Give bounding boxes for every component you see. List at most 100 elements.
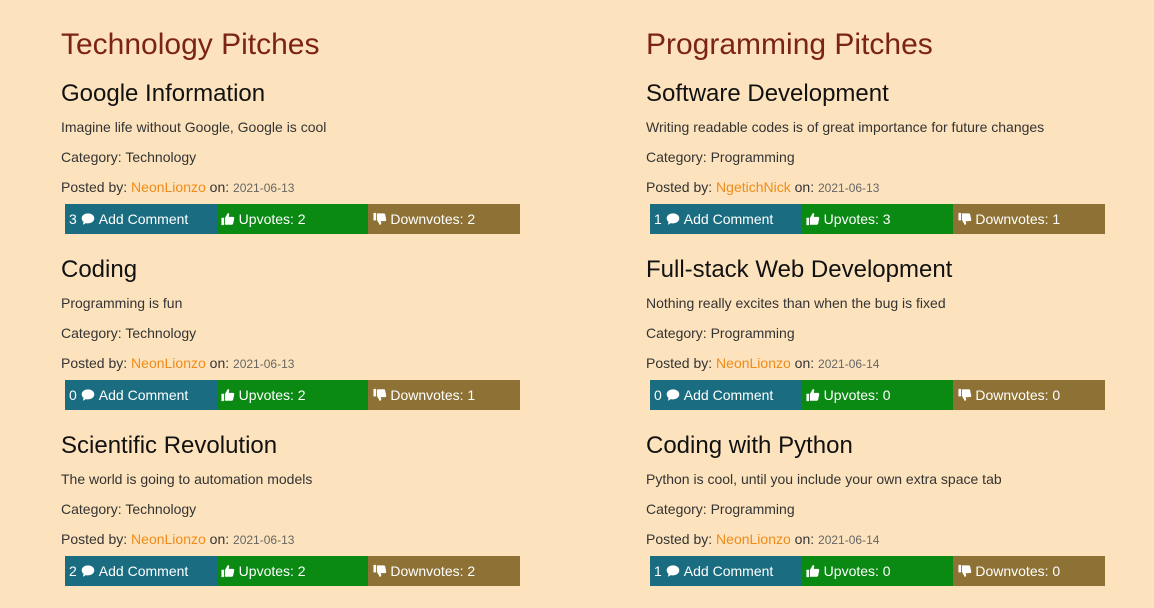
pitch-title: Software Development [646,80,889,107]
downvote-button[interactable]: Downvotes: 1 [368,380,521,410]
upvote-button[interactable]: Upvotes: 2 [216,380,369,410]
pitch-category: Category: Programming [646,149,795,165]
thumbs-up-icon [221,388,236,403]
add-comment-label: Add Comment [683,211,774,227]
pitch-card: Google Information Imagine life without … [61,66,531,242]
pitch-list: Software Development Writing readable co… [646,66,1116,594]
add-comment-button[interactable]: 0 Add Comment [65,380,217,410]
add-comment-button[interactable]: 1 Add Comment [650,204,802,234]
add-comment-label: Add Comment [98,387,189,403]
author-link[interactable]: NeonLionzo [131,355,206,371]
add-comment-label: Add Comment [683,387,774,403]
thumbs-down-icon [957,388,972,403]
comment-count: 1 [654,211,662,227]
upvote-button[interactable]: Upvotes: 3 [801,204,954,234]
upvote-button[interactable]: Upvotes: 2 [216,204,369,234]
pitch-card: Full-stack Web Development Nothing reall… [646,242,1116,418]
posted-by-label: Posted by: [646,355,717,371]
posted-date: 2021-06-14 [818,357,880,371]
author-link[interactable]: NeonLionzo [131,179,206,195]
pitch-category: Category: Technology [61,501,197,517]
pitch-actions: 1 Add Comment Upvotes: 0 Downvotes: 0 [650,556,1106,586]
downvote-count: Downvotes: 2 [390,211,476,227]
upvote-button[interactable]: Upvotes: 0 [801,380,954,410]
comment-icon [81,564,96,579]
thumbs-up-icon [806,388,821,403]
downvote-count: Downvotes: 0 [975,387,1061,403]
posted-on-label: on: [790,179,818,195]
downvote-count: Downvotes: 2 [390,563,476,579]
downvote-button[interactable]: Downvotes: 1 [953,204,1106,234]
programming-column: Programming Pitches Software Development… [646,0,1116,594]
downvote-button[interactable]: Downvotes: 0 [953,556,1106,586]
pitch-actions: 0 Add Comment Upvotes: 0 Downvotes: 0 [650,380,1106,410]
pitch-posted-line: Posted by: NgetichNick on: 2021-06-13 [646,179,1116,196]
downvote-button[interactable]: Downvotes: 2 [368,204,521,234]
thumbs-up-icon [221,212,236,227]
posted-by-label: Posted by: [61,531,132,547]
comment-count: 2 [69,563,77,579]
pitch-title: Scientific Revolution [61,432,278,459]
pitch-title: Coding [61,256,138,283]
add-comment-label: Add Comment [98,211,189,227]
pitch-description: Imagine life without Google, Google is c… [61,119,327,135]
author-link[interactable]: NgetichNick [716,179,791,195]
thumbs-down-icon [957,564,972,579]
posted-by-label: Posted by: [61,355,132,371]
pitch-card: Coding Programming is fun Category: Tech… [61,242,531,418]
thumbs-down-icon [372,564,387,579]
upvote-count: Upvotes: 3 [823,211,891,227]
pitch-category: Category: Technology [61,325,197,341]
posted-by-label: Posted by: [646,531,717,547]
pitch-actions: 2 Add Comment Upvotes: 2 Downvotes: 2 [65,556,521,586]
pitch-title: Google Information [61,80,266,107]
pitch-posted-line: Posted by: NeonLionzo on: 2021-06-14 [646,531,1116,548]
pitch-actions: 0 Add Comment Upvotes: 2 Downvotes: 1 [65,380,521,410]
add-comment-button[interactable]: 3 Add Comment [65,204,217,234]
technology-column: Technology Pitches Google Information Im… [61,0,531,594]
section-title: Programming Pitches [646,28,933,61]
thumbs-down-icon [372,212,387,227]
downvote-button[interactable]: Downvotes: 2 [368,556,521,586]
upvote-button[interactable]: Upvotes: 2 [216,556,369,586]
posted-on-label: on: [205,531,234,547]
pitch-category: Category: Technology [61,149,197,165]
thumbs-up-icon [806,564,821,579]
pitch-actions: 1 Add Comment Upvotes: 3 Downvotes: 1 [650,204,1106,234]
downvote-button[interactable]: Downvotes: 0 [953,380,1106,410]
downvote-count: Downvotes: 1 [975,211,1061,227]
pitch-card: Coding with Python Python is cool, until… [646,418,1116,594]
pitch-actions: 3 Add Comment Upvotes: 2 Downvotes: 2 [65,204,521,234]
posted-date: 2021-06-13 [818,181,880,195]
pitch-posted-line: Posted by: NeonLionzo on: 2021-06-14 [646,355,1116,372]
posted-date: 2021-06-13 [233,533,295,547]
comment-icon [666,564,681,579]
pitch-card: Scientific Revolution The world is going… [61,418,531,594]
pitch-category: Category: Programming [646,325,795,341]
thumbs-down-icon [957,212,972,227]
add-comment-button[interactable]: 1 Add Comment [650,556,802,586]
author-link[interactable]: NeonLionzo [716,355,791,371]
pitch-description: Programming is fun [61,295,183,311]
thumbs-up-icon [806,212,821,227]
comment-count: 3 [69,211,77,227]
posted-by-label: Posted by: [61,179,132,195]
posted-date: 2021-06-13 [233,357,295,371]
pitch-posted-line: Posted by: NeonLionzo on: 2021-06-13 [61,179,531,196]
upvote-count: Upvotes: 2 [238,563,306,579]
pitch-description: Python is cool, until you include your o… [646,471,1002,487]
author-link[interactable]: NeonLionzo [131,531,206,547]
pitch-description: Nothing really excites than when the bug… [646,295,946,311]
posted-on-label: on: [205,355,234,371]
posted-on-label: on: [790,355,819,371]
comment-icon [81,212,96,227]
section-title: Technology Pitches [61,28,320,61]
comment-count: 0 [654,387,662,403]
add-comment-button[interactable]: 0 Add Comment [650,380,802,410]
posted-on-label: on: [790,531,819,547]
upvote-button[interactable]: Upvotes: 0 [801,556,954,586]
author-link[interactable]: NeonLionzo [716,531,791,547]
add-comment-button[interactable]: 2 Add Comment [65,556,217,586]
pitch-posted-line: Posted by: NeonLionzo on: 2021-06-13 [61,531,531,548]
thumbs-up-icon [221,564,236,579]
